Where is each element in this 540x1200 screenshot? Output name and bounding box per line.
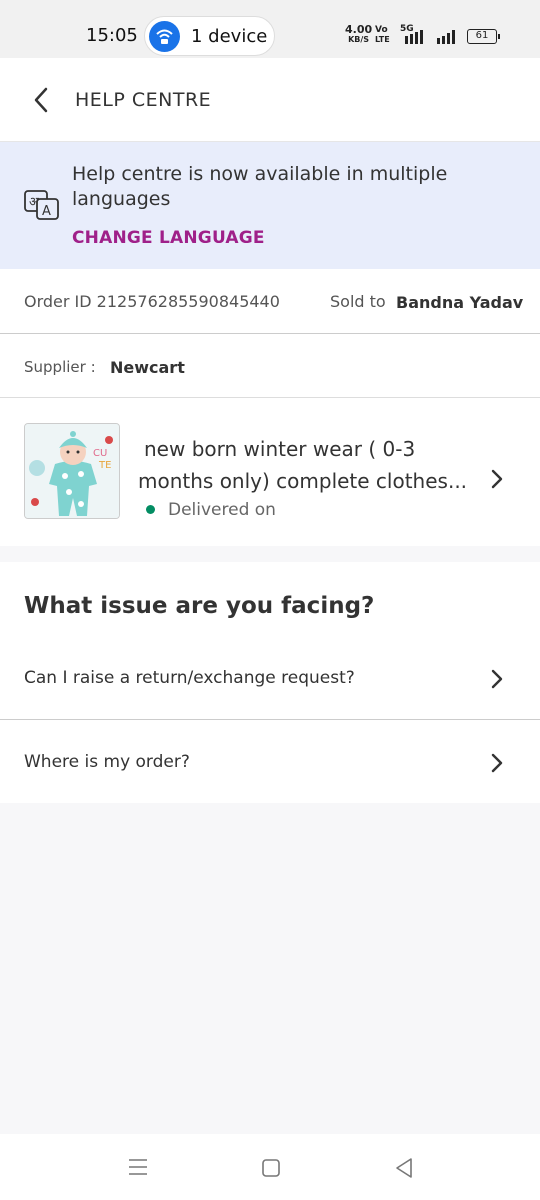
volte-bottom: LTE <box>375 35 390 44</box>
chevron-right-icon <box>491 669 503 689</box>
net-speed-unit: KB/S <box>348 35 370 44</box>
svg-text:A: A <box>42 204 51 219</box>
product-title-line1: new born winter wear ( 0-3 <box>144 437 416 461</box>
language-message: Help centre is now available in multiple… <box>72 163 448 210</box>
issue-label: Where is my order? <box>24 752 190 772</box>
app-header: HELP CENTRE <box>0 58 540 142</box>
product-image: CU TE <box>24 423 120 519</box>
issue-where-is-order[interactable]: Where is my order? <box>0 720 540 804</box>
net-speed: 4.00 KB/S <box>345 23 373 45</box>
svg-text:CU: CU <box>93 448 107 459</box>
hotspot-icon <box>149 21 180 52</box>
order-id: Order ID 212576285590845440 <box>24 292 280 311</box>
delivery-status: Delivered on <box>168 500 276 520</box>
issue-label: Can I raise a return/exchange request? <box>24 668 355 688</box>
back-arrow-icon[interactable] <box>30 86 54 114</box>
status-time: 15:05 <box>86 25 138 46</box>
supplier-name: Newcart <box>110 358 185 377</box>
product-title: new born winter wear ( 0-3 months only) … <box>138 433 478 497</box>
signal-icon-2 <box>437 30 455 44</box>
translate-icon: अ A <box>24 190 59 220</box>
supplier-row: Supplier : Newcart <box>0 334 540 398</box>
issues-heading: What issue are you facing? <box>24 593 375 619</box>
sold-to-name: Bandna Yadav <box>396 293 524 312</box>
hotspot-pill[interactable]: 1 device <box>144 16 275 56</box>
sold-to-label: Sold to <box>330 292 386 311</box>
supplier-label: Supplier : <box>24 358 96 376</box>
page-title: HELP CENTRE <box>75 89 212 111</box>
chevron-right-icon[interactable] <box>490 468 504 490</box>
volte-top: Vo <box>375 25 388 35</box>
issues-section: What issue are you facing? Can I raise a… <box>0 562 540 803</box>
issue-return-exchange[interactable]: Can I raise a return/exchange request? <box>0 636 540 720</box>
product-title-line2: months only) complete clothes... <box>138 469 468 493</box>
hotspot-label: 1 device <box>191 26 268 47</box>
svg-text:TE: TE <box>98 460 111 471</box>
delivered-status-dot <box>146 505 155 514</box>
home-square-icon[interactable] <box>261 1158 281 1178</box>
back-triangle-icon[interactable] <box>394 1157 414 1179</box>
order-info-row: Order ID 212576285590845440 Sold to Band… <box>0 269 540 334</box>
net-speed-value: 4.00 <box>345 23 373 36</box>
menu-icon[interactable] <box>128 1158 148 1176</box>
change-language-button[interactable]: CHANGE LANGUAGE <box>72 228 265 248</box>
chevron-right-icon <box>491 753 503 773</box>
language-banner: अ A Help centre is now available in mult… <box>0 142 540 269</box>
system-nav-bar <box>0 1134 540 1200</box>
signal-icon-1 <box>405 30 423 44</box>
status-bar: 15:05 1 device 4.00 KB/S Vo LTE 5G 61 <box>0 0 540 58</box>
battery-icon: 61 <box>467 29 500 44</box>
volte-indicator: Vo LTE <box>375 25 390 45</box>
product-card[interactable]: CU TE new born winter wear ( 0-3 months … <box>0 398 540 546</box>
